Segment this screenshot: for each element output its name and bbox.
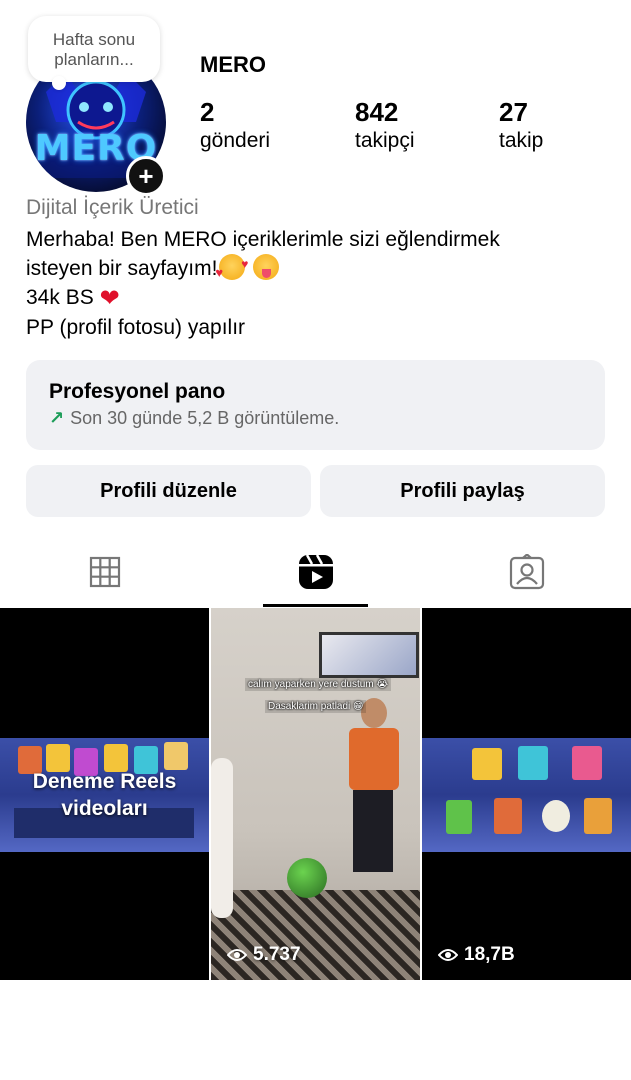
bio-line-4: PP (profil fotosu) yapılır — [26, 316, 246, 339]
bio-line-1: Merhaba! Ben MERO içeriklerimle sizi eğl… — [26, 228, 500, 251]
reel-overlay-text-2: Dasaklarim patladi 😁 — [265, 700, 367, 713]
carpet-image — [211, 890, 420, 980]
professional-dashboard[interactable]: Profesyonel pano ↗ Son 30 günde 5,2 B gör… — [26, 360, 605, 450]
stat-posts-value: 2 — [200, 97, 215, 127]
active-tab-indicator — [263, 604, 368, 607]
red-heart-icon: ❤ — [99, 285, 120, 312]
reel-views: 18,7B — [438, 944, 515, 966]
plus-icon: + — [138, 161, 154, 191]
reel-caption: Deneme Reels videoları — [32, 770, 177, 820]
wall-object-image — [211, 758, 233, 918]
stat-followers-label: takipçi — [355, 129, 415, 152]
profile-category: Dijital İçerik Üretici — [26, 196, 199, 219]
stat-following[interactable]: 27 takip — [499, 98, 543, 156]
reel-views-count: 18,7B — [464, 944, 515, 965]
ball-image — [287, 858, 327, 898]
profile-tabs — [0, 536, 631, 608]
reel-overlay-text-1: calım yaparken yere dustum 😭 — [245, 678, 392, 691]
edit-profile-button[interactable]: Profili düzenle — [26, 465, 311, 517]
bio-line-2-text: isteyen bir sayfayım! — [26, 257, 218, 280]
bio-line-2: isteyen bir sayfayım! — [26, 250, 616, 287]
stat-following-label: takip — [499, 129, 544, 152]
stat-posts[interactable]: 2 gönderi — [200, 98, 270, 156]
reels-grid: Deneme Reels videoları calım yaparken ye… — [0, 608, 631, 980]
dashboard-subtitle-row: ↗ Son 30 günde 5,2 B görüntüleme. — [49, 408, 582, 429]
add-story-button[interactable]: + — [126, 156, 166, 196]
stat-posts-label: gönderi — [200, 129, 271, 152]
profile-bio: Merhaba! Ben MERO içeriklerimle sizi eğl… — [26, 225, 616, 342]
reel-views: 5.737 — [227, 944, 301, 966]
stat-followers-value: 842 — [355, 97, 399, 127]
tab-tagged[interactable] — [422, 536, 631, 608]
reel-thumbnail[interactable]: calım yaparken yere dustum 😭 Dasaklarim … — [211, 608, 420, 980]
reel-thumbnail[interactable]: Deneme Reels videoları — [0, 608, 209, 980]
dashboard-title: Profesyonel pano — [49, 380, 226, 403]
tab-posts-grid[interactable] — [0, 536, 210, 608]
bio-line-3-text: 34k BS — [26, 286, 94, 309]
smiling-face-with-hearts-icon — [215, 250, 248, 287]
winking-face-tongue-icon — [253, 254, 280, 280]
eye-icon — [438, 949, 458, 961]
note-bubble[interactable]: Hafta sonu planların... — [28, 16, 160, 90]
reel-thumbnail[interactable]: 18,7B — [422, 608, 631, 980]
grid-icon — [89, 556, 121, 588]
tab-reels[interactable] — [211, 536, 421, 608]
reel-views-count: 5.737 — [253, 944, 301, 965]
dashboard-subtitle: Son 30 günde 5,2 B görüntüleme. — [70, 408, 340, 428]
reels-icon — [299, 554, 333, 589]
person-image — [339, 698, 409, 888]
tv-screen-image — [319, 632, 419, 678]
stat-following-value: 27 — [499, 97, 528, 127]
username: MERO — [200, 52, 266, 77]
note-text: Hafta sonu planların... — [52, 30, 136, 69]
game-screenshot-image — [422, 738, 631, 852]
tagged-icon — [509, 554, 545, 590]
eye-icon — [227, 949, 247, 961]
stat-followers[interactable]: 842 takipçi — [355, 98, 415, 156]
trend-up-arrow-icon: ↗ — [49, 408, 65, 428]
bio-line-3: 34k BS ❤ — [26, 283, 616, 313]
share-profile-button[interactable]: Profili paylaş — [320, 465, 605, 517]
